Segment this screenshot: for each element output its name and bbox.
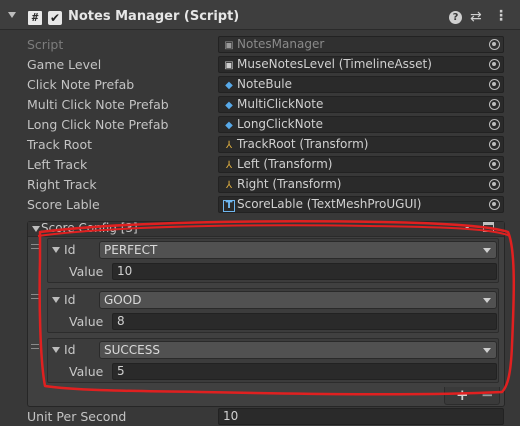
component-header: # ✔ Notes Manager (Script) ? ⇄ ⋮ xyxy=(0,0,520,30)
prefab-icon: ◆ xyxy=(225,100,233,111)
prefab-icon: ◆ xyxy=(225,80,233,91)
value-field[interactable]: 10 xyxy=(112,263,497,280)
score-config-list: Score Config [3] - Id PERFECT Value 10 I… xyxy=(27,220,505,407)
id-dropdown[interactable]: PERFECT xyxy=(99,241,497,259)
field-value: LongClickNote xyxy=(237,117,324,131)
object-picker-icon[interactable] xyxy=(489,79,500,90)
multi-click-note-prefab-field[interactable]: ◆ MultiClickNote xyxy=(218,96,504,113)
object-picker-icon[interactable] xyxy=(489,119,500,130)
field-value: MuseNotesLevel (TimelineAsset) xyxy=(237,57,432,71)
click-note-prefab-label: Click Note Prefab xyxy=(27,77,135,92)
long-click-note-prefab-field[interactable]: ◆ LongClickNote xyxy=(218,116,504,133)
score-config-header[interactable]: Score Config [3] - xyxy=(28,220,504,237)
transform-icon: ⅄ xyxy=(225,160,233,171)
list-item: Id GOOD Value 8 xyxy=(47,288,499,333)
object-picker-icon[interactable] xyxy=(489,99,500,110)
drag-handle-icon[interactable] xyxy=(31,344,39,349)
dropdown-caret-icon xyxy=(483,298,491,303)
foldout-arrow-icon[interactable] xyxy=(52,297,60,303)
field-value: Left (Transform) xyxy=(237,157,333,171)
id-label: Id xyxy=(64,342,76,357)
field-value: Right (Transform) xyxy=(237,177,342,191)
add-element-button[interactable]: + xyxy=(456,386,469,404)
game-level-label: Game Level xyxy=(27,57,102,72)
foldout-arrow-icon[interactable] xyxy=(52,247,60,253)
id-dropdown[interactable]: GOOD xyxy=(99,291,497,309)
collapse-icon[interactable]: - xyxy=(465,220,469,234)
left-track-label: Left Track xyxy=(27,157,88,172)
drag-handle-icon[interactable] xyxy=(31,294,39,299)
preset-icon[interactable]: ⇄ xyxy=(470,9,482,25)
id-value: PERFECT xyxy=(104,243,158,257)
id-value: GOOD xyxy=(104,293,142,307)
field-value: ScoreLable (TextMeshProUGUI) xyxy=(237,197,422,211)
drag-handle-icon[interactable] xyxy=(31,244,39,249)
timeline-asset-icon: ▣ xyxy=(224,60,234,71)
script-label: Script xyxy=(27,37,64,52)
right-track-label: Right Track xyxy=(27,177,97,192)
enabled-checkbox[interactable]: ✔ xyxy=(48,11,62,25)
list-item: Id PERFECT Value 10 xyxy=(47,238,499,283)
right-track-field[interactable]: ⅄ Right (Transform) xyxy=(218,176,504,193)
score-lable-label: Score Lable xyxy=(27,197,100,212)
dropdown-caret-icon xyxy=(483,348,491,353)
dropdown-caret-icon xyxy=(483,248,491,253)
score-config-title: Score Config [3] xyxy=(41,221,138,235)
game-level-field[interactable]: ▣ MuseNotesLevel (TimelineAsset) xyxy=(218,56,504,73)
object-picker-icon[interactable] xyxy=(489,59,500,70)
track-root-label: Track Root xyxy=(27,137,93,152)
click-note-prefab-field[interactable]: ◆ NoteBule xyxy=(218,76,504,93)
value-label: Value xyxy=(69,264,104,279)
value-field[interactable]: 8 xyxy=(112,313,497,330)
maximize-icon[interactable] xyxy=(483,222,494,232)
context-menu-icon[interactable]: ⋮ xyxy=(494,8,508,24)
component-title[interactable]: Notes Manager (Script) xyxy=(68,9,239,24)
value-label: Value xyxy=(69,314,104,329)
multi-click-note-prefab-label: Multi Click Note Prefab xyxy=(27,97,169,112)
object-picker-icon[interactable] xyxy=(489,39,500,50)
field-value: TrackRoot (Transform) xyxy=(237,137,369,151)
object-picker-icon[interactable] xyxy=(489,199,500,210)
foldout-arrow-icon[interactable] xyxy=(32,226,40,232)
prefab-icon: ◆ xyxy=(225,120,233,131)
field-value: NoteBule xyxy=(237,77,292,91)
list-footer: + − xyxy=(444,386,500,405)
id-dropdown[interactable]: SUCCESS xyxy=(99,341,497,359)
unit-per-second-field[interactable]: 10 xyxy=(218,408,504,425)
object-picker-icon[interactable] xyxy=(489,179,500,190)
script-icon: # xyxy=(28,11,42,25)
id-label: Id xyxy=(64,242,76,257)
left-track-field[interactable]: ⅄ Left (Transform) xyxy=(218,156,504,173)
list-item: Id SUCCESS Value 5 xyxy=(47,338,499,383)
id-value: SUCCESS xyxy=(104,343,160,357)
value-field[interactable]: 5 xyxy=(112,363,497,380)
script-field[interactable]: ▣ NotesManager xyxy=(218,36,504,53)
field-value: MultiClickNote xyxy=(237,97,324,111)
id-label: Id xyxy=(64,292,76,307)
transform-icon: ⅄ xyxy=(225,180,233,191)
unit-per-second-label: Unit Per Second xyxy=(27,409,127,424)
help-icon[interactable]: ? xyxy=(449,11,462,24)
foldout-arrow-icon[interactable] xyxy=(52,347,60,353)
transform-icon: ⅄ xyxy=(225,140,233,151)
remove-element-button[interactable]: − xyxy=(481,386,494,404)
value-label: Value xyxy=(69,364,104,379)
long-click-note-prefab-label: Long Click Note Prefab xyxy=(27,117,169,132)
track-root-field[interactable]: ⅄ TrackRoot (Transform) xyxy=(218,136,504,153)
field-value: NotesManager xyxy=(237,37,325,51)
script-icon: ▣ xyxy=(224,40,234,51)
foldout-arrow-icon[interactable] xyxy=(8,12,16,18)
score-lable-field[interactable]: T ScoreLable (TextMeshProUGUI) xyxy=(218,196,504,213)
object-picker-icon[interactable] xyxy=(489,159,500,170)
object-picker-icon[interactable] xyxy=(489,139,500,150)
textmeshpro-icon: T xyxy=(223,200,235,212)
